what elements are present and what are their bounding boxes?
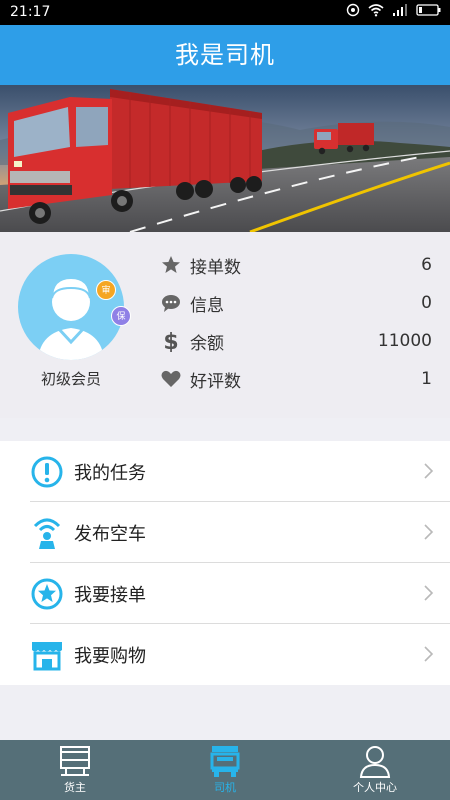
stat-messages[interactable]: 信息 0 xyxy=(160,284,432,322)
menu-label: 我要购物 xyxy=(74,645,146,667)
menu-label: 发布空车 xyxy=(74,523,146,545)
member-level: 初级会员 xyxy=(40,370,101,388)
menu-label: 我的任务 xyxy=(74,462,146,484)
tab-cargo-owner[interactable]: 货主 xyxy=(0,740,150,800)
stat-value: 1 xyxy=(421,369,432,389)
tab-label: 个人中心 xyxy=(353,781,397,794)
menu-item-my-tasks[interactable]: 我的任务 xyxy=(0,441,450,502)
stat-label: 余额 xyxy=(190,333,224,354)
stat-value: 6 xyxy=(421,255,432,275)
stats-list: 接单数 6 信息 0 $ 余额 11000 好评数 1 xyxy=(160,246,432,398)
menu-list: 我的任务 发布空车 我要接单 我要购物 xyxy=(0,441,450,685)
message-icon xyxy=(160,292,182,314)
heart-icon xyxy=(160,368,182,390)
truck-signal-icon xyxy=(30,516,64,550)
location-icon xyxy=(346,3,360,17)
chevron-right-icon xyxy=(424,646,434,662)
cargo-icon xyxy=(60,746,90,776)
title-bar: 我是司机 xyxy=(0,25,450,85)
tab-label: 司机 xyxy=(214,781,236,794)
tab-label: 货主 xyxy=(64,781,86,794)
menu-label: 我要接单 xyxy=(74,584,146,606)
stat-label: 信息 xyxy=(190,295,224,316)
menu-item-accept-orders[interactable]: 我要接单 xyxy=(0,563,450,624)
exclamation-icon xyxy=(30,455,64,489)
stat-value: 0 xyxy=(421,293,432,313)
verified-badge: 审 xyxy=(96,280,116,300)
shop-icon xyxy=(30,638,64,672)
status-icons xyxy=(346,3,442,17)
menu-item-shopping[interactable]: 我要购物 xyxy=(0,624,450,685)
person-icon xyxy=(359,746,391,778)
signal-icon xyxy=(393,4,407,16)
tab-driver[interactable]: 司机 xyxy=(150,740,300,800)
chevron-right-icon xyxy=(424,463,434,479)
dollar-icon: $ xyxy=(160,330,182,352)
page-title: 我是司机 xyxy=(175,41,275,69)
status-time: 21:17 xyxy=(10,4,51,20)
stat-balance[interactable]: $ 余额 11000 xyxy=(160,322,432,360)
profile-section: 审 保 初级会员 接单数 6 信息 0 $ 余额 11000 好评数 1 xyxy=(0,232,450,418)
stat-label: 接单数 xyxy=(190,257,241,278)
battery-icon xyxy=(416,4,441,16)
insured-badge: 保 xyxy=(111,306,131,326)
menu-item-publish-empty-truck[interactable]: 发布空车 xyxy=(0,502,450,563)
wifi-icon xyxy=(368,4,384,17)
svg-text:$: $ xyxy=(163,330,178,352)
tab-personal-center[interactable]: 个人中心 xyxy=(300,740,450,800)
stat-orders: 接单数 6 xyxy=(160,246,432,284)
truck-icon xyxy=(210,746,240,777)
chevron-right-icon xyxy=(424,524,434,540)
star-circle-icon xyxy=(30,577,64,611)
banner-image xyxy=(0,85,450,232)
status-bar: 21:17 xyxy=(0,0,450,25)
stat-reviews[interactable]: 好评数 1 xyxy=(160,360,432,398)
star-icon xyxy=(160,254,182,276)
chevron-right-icon xyxy=(424,585,434,601)
bottom-tab-bar: 货主 司机 个人中心 xyxy=(0,740,450,800)
stat-value: 11000 xyxy=(377,331,432,351)
stat-label: 好评数 xyxy=(190,371,241,392)
avatar-container[interactable]: 审 保 xyxy=(18,254,131,360)
avatar[interactable] xyxy=(18,254,124,360)
user-silhouette-icon xyxy=(38,276,104,360)
